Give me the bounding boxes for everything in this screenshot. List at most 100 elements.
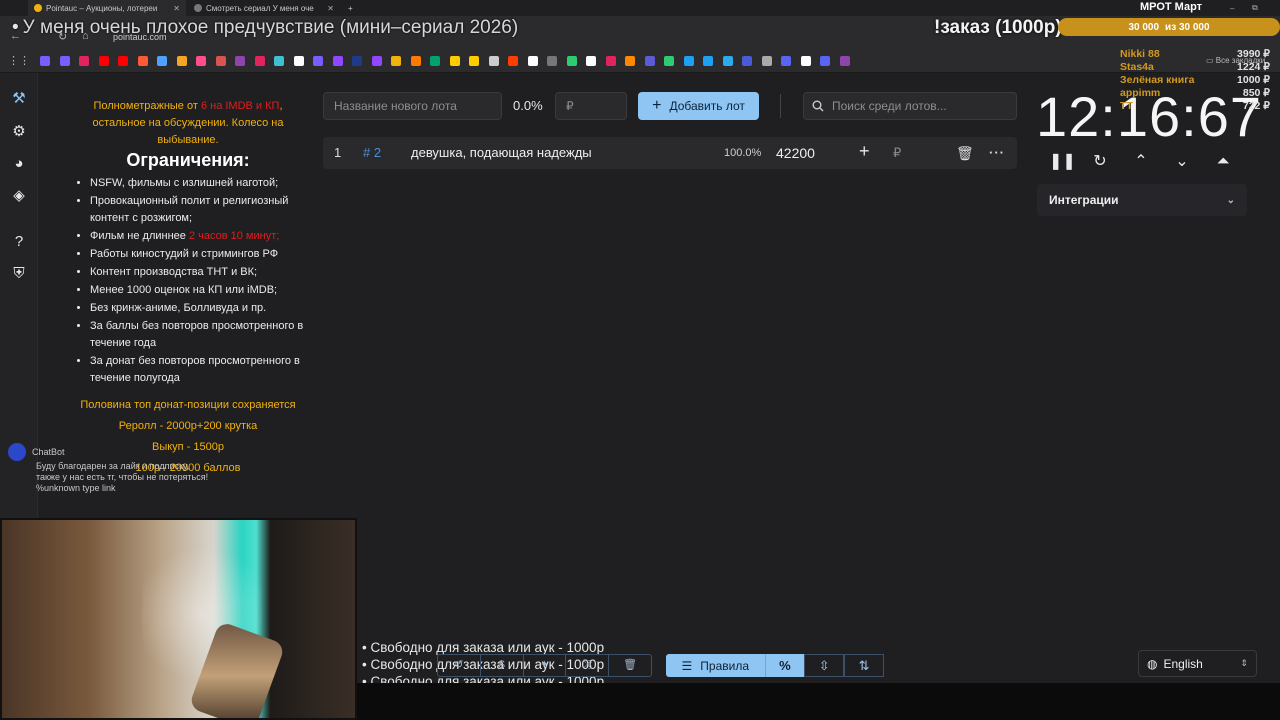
bookmark-favicon-icon[interactable] bbox=[820, 56, 830, 66]
layers-icon[interactable]: ◈ bbox=[10, 187, 28, 205]
coin-icon[interactable]: $ bbox=[481, 655, 524, 676]
bookmark-favicon-icon[interactable] bbox=[137, 56, 148, 66]
gear-icon[interactable]: ⚙ bbox=[10, 123, 28, 141]
chevron-up-icon[interactable]: ⌃ bbox=[1131, 152, 1151, 172]
chat-line: Буду благодарен за лайк и подписку, bbox=[36, 461, 190, 471]
bookmark-favicon-icon[interactable] bbox=[410, 56, 421, 66]
language-select[interactable]: ◍ English ⇕ bbox=[1138, 650, 1257, 677]
tab-pointauc[interactable]: Pointauc – Аукционы, лотереи ✕ bbox=[28, 0, 186, 16]
trash-icon[interactable]: 🗑 bbox=[956, 145, 974, 162]
close-icon[interactable]: ✕ bbox=[327, 4, 334, 13]
chevron-down-icon[interactable]: ⌄ bbox=[1172, 152, 1192, 172]
bookmark-favicon-icon[interactable] bbox=[683, 56, 694, 66]
sort-icon[interactable]: ⇅ bbox=[844, 654, 884, 677]
bookmark-favicon-icon[interactable] bbox=[781, 56, 791, 66]
bookmark-favicon-icon[interactable] bbox=[293, 56, 304, 66]
bookmark-favicon-icon[interactable] bbox=[605, 56, 616, 66]
bookmark-favicon-icon[interactable] bbox=[722, 56, 733, 66]
bookmark-favicon-icon[interactable] bbox=[449, 56, 460, 66]
integrations-accordion[interactable]: Интеграции ⌄ bbox=[1037, 184, 1247, 216]
lot-index: 1 bbox=[334, 145, 342, 160]
lot-search[interactable] bbox=[803, 92, 1017, 120]
bookmark-favicon-icon[interactable] bbox=[488, 56, 499, 66]
bookmark-favicon-icon[interactable] bbox=[761, 56, 772, 66]
plus-icon: + bbox=[652, 97, 662, 114]
bookmark-favicon-icon[interactable] bbox=[469, 56, 479, 66]
bookmark-favicon-icon[interactable] bbox=[391, 56, 401, 66]
bookmark-favicon-icon[interactable] bbox=[274, 56, 284, 66]
bookmark-favicon-icon[interactable] bbox=[235, 56, 245, 66]
minimize-icon[interactable]: – bbox=[1224, 0, 1238, 16]
new-tab-button[interactable]: + bbox=[342, 0, 362, 16]
bookmark-favicon-icon[interactable] bbox=[644, 56, 655, 66]
list-icon: ☰ bbox=[681, 658, 693, 673]
add-amount-icon[interactable]: + bbox=[859, 141, 870, 162]
pause-icon[interactable]: ❚❚ bbox=[1049, 152, 1076, 172]
history-icon[interactable]: ↺ bbox=[438, 655, 481, 676]
shuffle-icon[interactable]: ⤮ bbox=[566, 655, 610, 676]
rules-intro: Полнометражные от 6 на IMDB и КП, осталь… bbox=[92, 100, 284, 146]
bookmark-favicon-icon[interactable] bbox=[625, 56, 635, 66]
stream-title: • У меня очень плохое предчувствие (мини–… bbox=[12, 17, 519, 38]
reset-icon[interactable]: ↻ bbox=[1090, 152, 1110, 172]
bookmark-favicon-icon[interactable] bbox=[157, 56, 167, 66]
list-item: Фильм не длиннее 2 часов 10 минут; bbox=[90, 228, 306, 245]
bookmark-favicon-icon[interactable] bbox=[547, 56, 557, 66]
bookmark-favicon-icon[interactable] bbox=[430, 56, 440, 66]
help-icon[interactable]: ? bbox=[10, 233, 28, 251]
lot-name-input[interactable] bbox=[323, 92, 502, 120]
bookmark-favicon-icon[interactable] bbox=[839, 56, 850, 66]
apps-grid-icon[interactable]: ⋮⋮ bbox=[8, 54, 30, 67]
lot-amount-input[interactable] bbox=[555, 92, 627, 120]
webcam-feed bbox=[0, 518, 357, 720]
list-item: За баллы без повторов просмотренного в т… bbox=[90, 318, 306, 352]
bookmark-favicon-icon[interactable] bbox=[566, 56, 577, 66]
close-icon[interactable]: ✕ bbox=[173, 4, 180, 13]
bookmark-favicon-icon[interactable] bbox=[352, 56, 362, 66]
restore-icon[interactable]: ⧉ bbox=[1246, 0, 1260, 16]
lot-amount[interactable]: 42200 bbox=[776, 145, 815, 161]
trash-icon[interactable]: 🗑 bbox=[609, 655, 651, 676]
bookmark-favicon-icon[interactable] bbox=[371, 56, 382, 66]
wand-icon[interactable]: ✦ bbox=[524, 655, 567, 676]
lot-tag[interactable]: # 2 bbox=[363, 145, 381, 160]
bookmark-favicon-icon[interactable] bbox=[508, 56, 518, 66]
bookmark-favicon-icon[interactable] bbox=[98, 56, 109, 66]
bookmark-favicon-icon[interactable] bbox=[79, 56, 89, 66]
chevron-down-icon: ⌄ bbox=[1226, 194, 1235, 206]
lot-name[interactable]: девушка, подающая надежды bbox=[411, 145, 592, 160]
list-item: Работы киностудий и стримингов РФ bbox=[90, 246, 306, 263]
bookmark-favicon-icon[interactable] bbox=[196, 56, 206, 66]
bookmark-favicon-icon[interactable] bbox=[118, 56, 128, 66]
bookmark-favicon-icon[interactable] bbox=[313, 56, 323, 66]
bookmark-favicon-icon[interactable] bbox=[215, 56, 226, 66]
bookmark-favicon-icon[interactable] bbox=[176, 56, 187, 66]
top-donors: Nikki 88 3990 ₽ Stas4a 1224 ₽ Зелёная книг… bbox=[1120, 48, 1270, 113]
list-item: Stas4a 1224 ₽ bbox=[1120, 61, 1270, 73]
bookmark-favicon-icon[interactable] bbox=[800, 56, 811, 66]
lot-row[interactable]: 1 # 2 девушка, подающая надежды 100.0% 4… bbox=[323, 137, 1017, 169]
percent-button[interactable]: % bbox=[764, 654, 805, 677]
bookmark-favicon-icon[interactable] bbox=[527, 56, 538, 66]
double-chevron-up-icon[interactable]: ⏶ bbox=[1213, 152, 1233, 172]
search-input[interactable] bbox=[832, 99, 1012, 113]
bookmark-favicon-icon[interactable] bbox=[254, 56, 265, 66]
list-item: Зелёная книга 1000 ₽ bbox=[1120, 74, 1270, 86]
bookmark-favicon-icon[interactable] bbox=[742, 56, 752, 66]
gavel-icon[interactable]: ⚒ bbox=[10, 90, 28, 108]
split-icon[interactable]: ⇳ bbox=[804, 654, 845, 677]
bookmark-favicon-icon[interactable] bbox=[703, 56, 713, 66]
rules-button[interactable]: ☰ Правила bbox=[666, 654, 765, 677]
tab-series[interactable]: Смотреть сериал У меня оче ✕ bbox=[188, 0, 340, 16]
list-item: Провокационный полит и религиозный конте… bbox=[90, 193, 306, 227]
wheel-icon[interactable]: ◕ bbox=[10, 155, 28, 173]
bookmark-favicon-icon[interactable] bbox=[664, 56, 674, 66]
bookmark-favicon-icon[interactable] bbox=[332, 56, 343, 66]
bookmark-favicon-icon[interactable] bbox=[59, 56, 70, 66]
bookmark-favicon-icon[interactable] bbox=[586, 56, 596, 66]
bookmark-favicon-icon[interactable] bbox=[40, 56, 50, 66]
list-item: appimm 850 ₽ bbox=[1120, 87, 1270, 99]
shield-icon[interactable]: ⛨ bbox=[10, 265, 28, 283]
more-icon[interactable]: ··· bbox=[989, 145, 1005, 160]
add-lot-button[interactable]: + Добавить лот bbox=[638, 92, 759, 120]
